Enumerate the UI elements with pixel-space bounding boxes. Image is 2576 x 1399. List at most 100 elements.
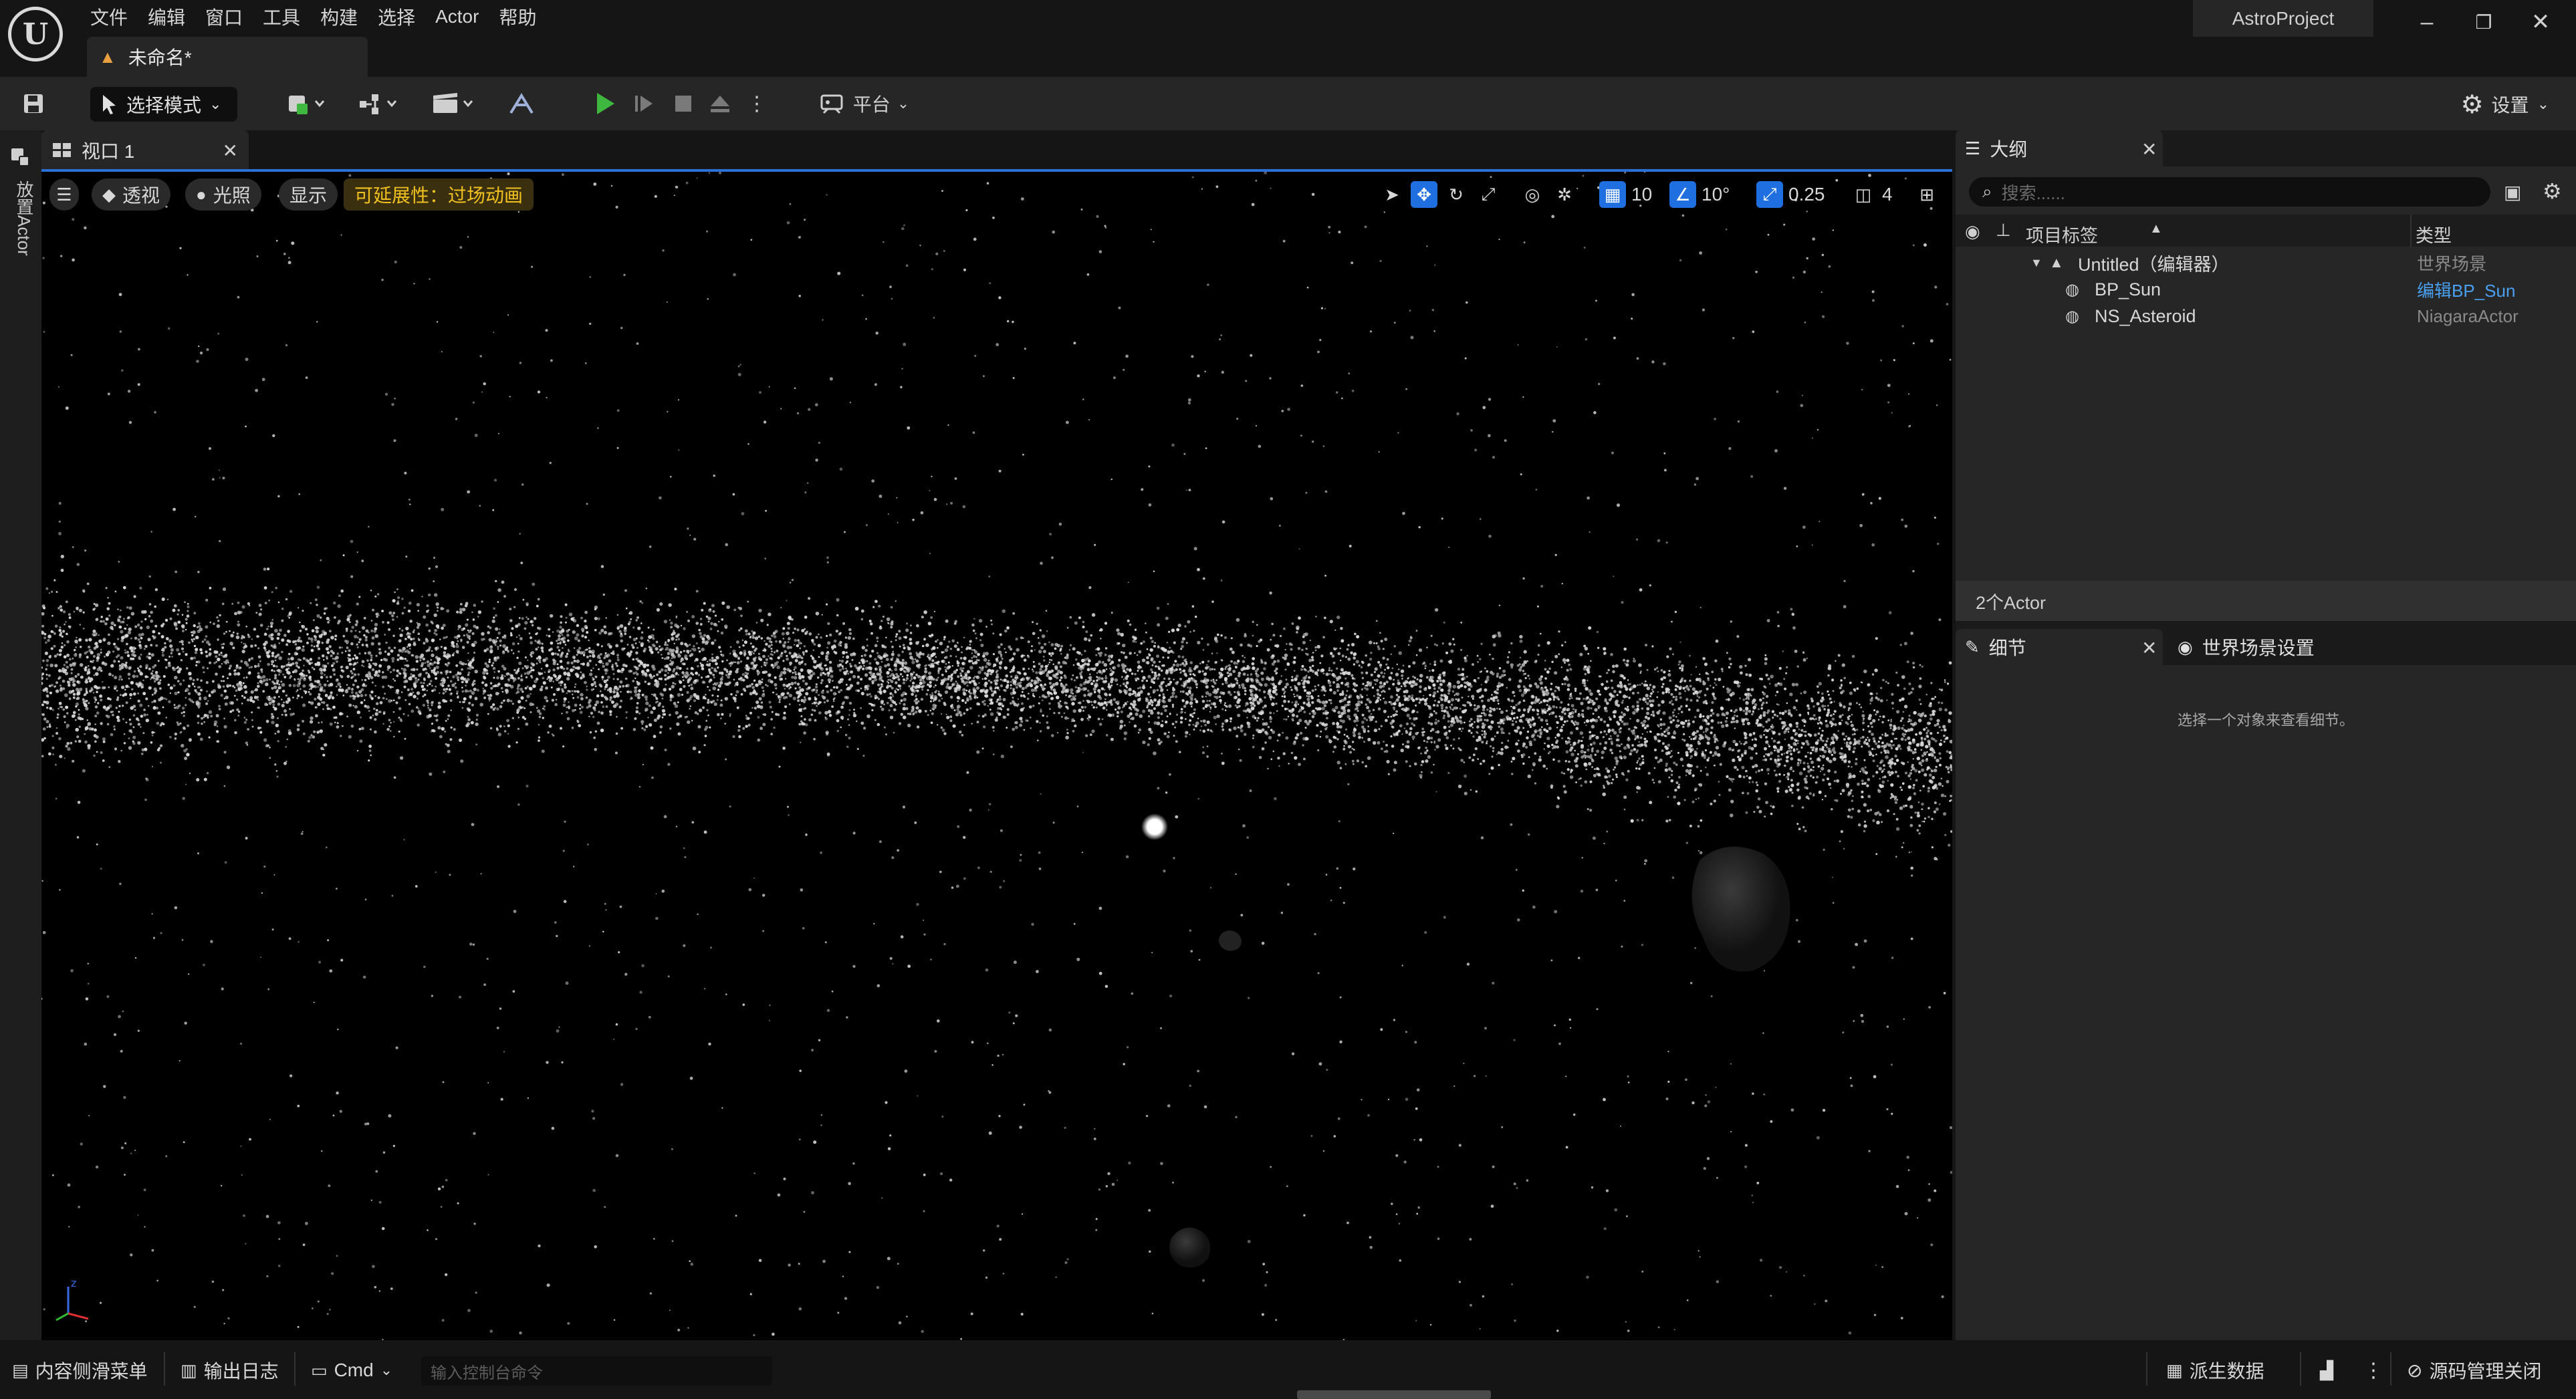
stop-icon[interactable]: [669, 85, 698, 122]
place-actors-label: 放置Actor: [14, 180, 34, 256]
close-icon[interactable]: ✕: [2141, 138, 2157, 160]
step-icon[interactable]: [630, 85, 659, 122]
cmd-dropdown[interactable]: ▭ Cmd ⌄: [311, 1354, 392, 1387]
derived-data-label: 派生数据: [2189, 1361, 2264, 1382]
derived-data-button[interactable]: ▦ 派生数据: [2166, 1354, 2264, 1387]
rotate-tool-icon[interactable]: ↻: [1443, 181, 1470, 208]
transform-tools: ➤ ✥ ↻ ⤢: [1379, 178, 1502, 211]
viewport-menu-button[interactable]: ☰: [49, 178, 79, 211]
play-icon[interactable]: [588, 85, 622, 122]
outliner-row-world[interactable]: ▼ ▲ Untitled（编辑器） 世界场景: [1956, 249, 2576, 276]
scalability-badge[interactable]: 可延展性：过场动画: [344, 178, 534, 211]
add-folder-icon[interactable]: ▣: [2504, 181, 2521, 203]
sun[interactable]: [1141, 813, 1168, 840]
more-options-icon[interactable]: ⋮: [2363, 1354, 2383, 1387]
translate-tool-icon[interactable]: ✥: [1411, 181, 1437, 208]
selection-mode-dropdown[interactable]: 选择模式 ⌄: [90, 87, 237, 122]
output-log-button[interactable]: ▥ 输出日志: [181, 1354, 279, 1387]
lit-mode-button[interactable]: ● 光照: [185, 178, 261, 211]
perspective-button[interactable]: ◆ 透视: [92, 178, 171, 211]
search-input[interactable]: 搜索......: [2002, 180, 2065, 205]
show-button[interactable]: 显示: [279, 178, 338, 211]
row-label: BP_Sun: [2095, 279, 2161, 299]
menu-tools[interactable]: 工具: [259, 3, 317, 30]
outliner-tab[interactable]: ☰ 大纲: [1956, 130, 2163, 166]
minimize-button[interactable]: –: [2407, 5, 2447, 39]
details-tab[interactable]: ✎ 细节: [1956, 629, 2163, 665]
menu-select[interactable]: 选择: [374, 3, 432, 30]
grid-snap[interactable]: ▦ 10: [1599, 178, 1652, 211]
place-actors-strip[interactable]: 放置Actor: [0, 130, 41, 1340]
trace-icon[interactable]: ▟: [2320, 1354, 2333, 1387]
project-name: AstroProject: [2193, 0, 2373, 37]
close-icon[interactable]: ✕: [223, 140, 238, 162]
gear-icon[interactable]: ⚙: [2543, 178, 2562, 204]
menu-window[interactable]: 窗口: [202, 3, 259, 30]
menu-actor[interactable]: Actor: [432, 6, 495, 27]
camera-icon: ◫: [1855, 184, 1872, 205]
cube-icon: ◆: [102, 184, 116, 205]
outliner-search[interactable]: ⌕ 搜索......: [1969, 177, 2490, 207]
outliner-row-bp-sun[interactable]: ◍ BP_Sun 编辑BP_Sun: [1956, 276, 2576, 303]
menu-edit[interactable]: 编辑: [144, 3, 202, 30]
menu-file[interactable]: 文件: [87, 3, 144, 30]
scale-snap-icon: ⤢: [1756, 181, 1783, 208]
column-label[interactable]: 项目标签: [2026, 221, 2098, 247]
column-type[interactable]: 类型: [2416, 221, 2452, 247]
eye-icon[interactable]: ◉: [1965, 221, 1980, 242]
scale-snap[interactable]: ⤢ 0.25: [1756, 178, 1825, 211]
asteroid-small[interactable]: [1169, 1227, 1211, 1268]
level-viewport[interactable]: ☰ ◆ 透视 ● 光照 显示 可延展性：过场动画 ➤ ✥ ↻ ⤢ ◎ ✲ ▦ 1…: [41, 172, 1952, 1340]
cursor-icon: [103, 95, 116, 114]
menu-build[interactable]: 构建: [317, 3, 374, 30]
select-tool-icon[interactable]: ➤: [1379, 181, 1405, 208]
camera-speed[interactable]: ◫ 4: [1850, 178, 1893, 211]
log-icon: ▥: [181, 1360, 197, 1380]
scale-tool-icon[interactable]: ⤢: [1475, 181, 1502, 208]
gear-icon: ⚙: [2460, 90, 2484, 119]
cinematics-icon[interactable]: [428, 85, 481, 122]
mode-tools-icon[interactable]: [505, 85, 538, 122]
source-control-button[interactable]: ⊘ 源码管理关闭: [2407, 1354, 2541, 1387]
surface-snap-icon[interactable]: ✲: [1551, 181, 1578, 208]
edit-blueprint-link[interactable]: 编辑BP_Sun: [2417, 277, 2515, 302]
console-icon: ▭: [311, 1360, 328, 1380]
console-input[interactable]: 输入控制台命令: [421, 1356, 772, 1386]
play-options-icon[interactable]: ⋮: [747, 85, 767, 122]
menu-help[interactable]: 帮助: [495, 3, 553, 30]
eject-icon[interactable]: [705, 85, 735, 122]
viewport-layout[interactable]: ⊞: [1913, 178, 1940, 211]
restore-button[interactable]: ❐: [2464, 5, 2504, 39]
actor-icon: ◍: [2065, 307, 2079, 326]
actor-count: 2个Actor: [1956, 581, 2576, 621]
world-settings-tab[interactable]: ◉ 世界场景设置: [2168, 629, 2355, 665]
blueprint-icon[interactable]: [354, 85, 408, 122]
viewport-layout-icon: [53, 143, 71, 157]
column-divider: [2410, 215, 2412, 247]
details-panel: 选择一个对象来查看细节。: [1956, 665, 2576, 1340]
horizontal-scrollbar[interactable]: [1297, 1390, 1491, 1399]
row-type: 世界场景: [2417, 253, 2487, 274]
document-tab[interactable]: ▲ 未命名*: [87, 37, 368, 77]
asteroid-tiny[interactable]: [1219, 930, 1242, 951]
platforms-button[interactable]: 平台 ⌄: [811, 85, 918, 122]
content-drawer-button[interactable]: ▤ 内容侧滑菜单: [12, 1354, 148, 1387]
expand-arrow-icon[interactable]: ▼: [2030, 256, 2042, 270]
chevron-down-icon: ⌄: [209, 96, 222, 112]
globe-icon[interactable]: ◎: [1519, 181, 1546, 208]
output-log-label: 输出日志: [203, 1361, 279, 1382]
rotation-snap[interactable]: ∠ 10°: [1669, 178, 1730, 211]
pin-icon[interactable]: ⊥: [1996, 220, 2011, 241]
content-drawer-label: 内容侧滑菜单: [35, 1361, 148, 1382]
settings-button[interactable]: ⚙ 设置 ⌄: [2460, 87, 2549, 122]
axis-gizmo-icon: z: [55, 1277, 89, 1321]
unreal-logo-icon[interactable]: U: [8, 7, 63, 61]
outliner-panel: ⌕ 搜索...... ▣ ⚙ ◉ ⊥ 项目标签 ▲ 类型 ▼ ▲ Untitle…: [1956, 166, 2576, 581]
close-button[interactable]: ✕: [2521, 5, 2561, 39]
viewport-tab[interactable]: 视口 1 ✕: [41, 130, 249, 170]
asteroid-large[interactable]: [1691, 846, 1790, 972]
close-icon[interactable]: ✕: [2141, 637, 2157, 659]
outliner-row-ns-asteroid[interactable]: ◍ NS_Asteroid NiagaraActor: [1956, 303, 2576, 330]
save-icon[interactable]: [19, 85, 48, 122]
add-actor-icon[interactable]: [281, 85, 334, 122]
